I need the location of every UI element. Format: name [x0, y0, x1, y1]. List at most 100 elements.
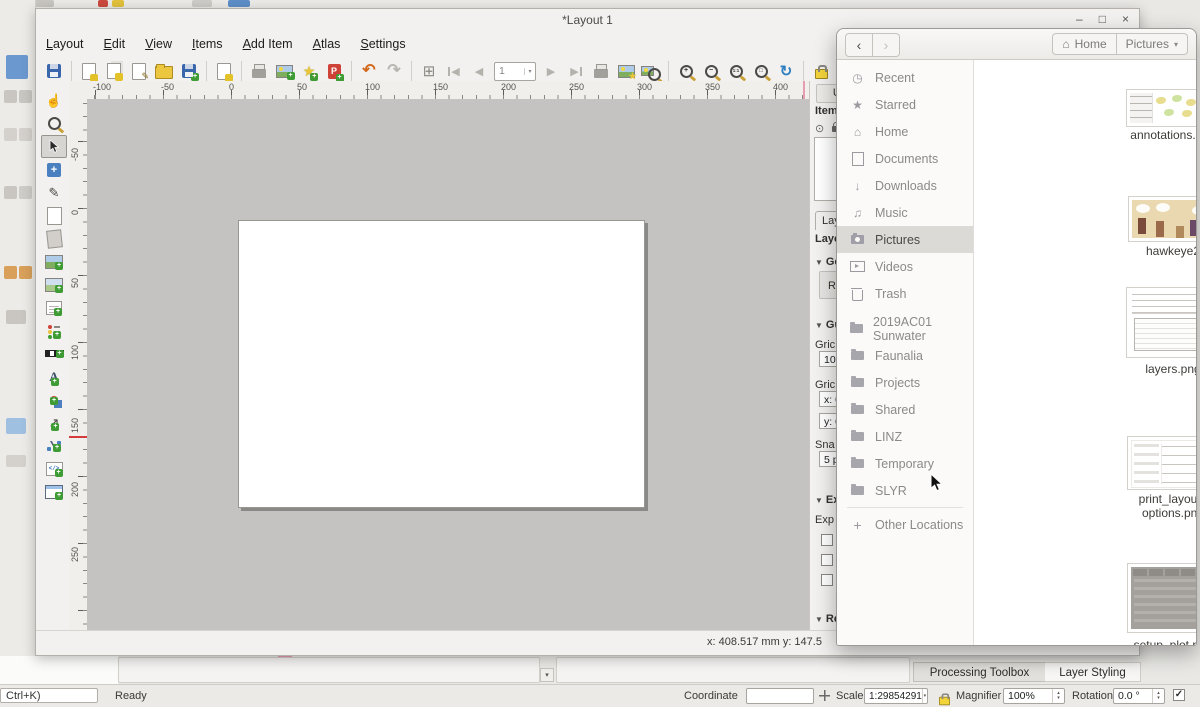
atlas-first-feature-button[interactable]: ◀	[442, 59, 466, 83]
export-atlas-button[interactable]: ★	[614, 59, 638, 83]
file-thumbnail-layers[interactable]	[1126, 287, 1196, 358]
zoom-full-button[interactable]	[749, 59, 773, 83]
menu-edit[interactable]: Edit	[104, 37, 126, 51]
sidebar-item-videos[interactable]: Videos	[837, 253, 973, 280]
tab-layer-styling[interactable]: Layer Styling	[1045, 662, 1141, 682]
add-arrow-tool[interactable]: ↗+	[41, 411, 67, 434]
sidebar-item-pictures[interactable]: Pictures	[837, 226, 973, 253]
sidebar-item-other-locations[interactable]: +Other Locations	[837, 511, 973, 538]
sidebar-item-starred[interactable]: ★Starred	[837, 91, 973, 118]
zoom-in-button[interactable]	[674, 59, 698, 83]
sidebar-item-music[interactable]: ♫Music	[837, 199, 973, 226]
add-table-tool[interactable]: +	[41, 480, 67, 503]
lock-items-button[interactable]	[809, 59, 833, 83]
print-atlas-button[interactable]	[589, 59, 613, 83]
new-layout-button[interactable]	[77, 59, 101, 83]
atlas-next-feature-button[interactable]: ▶	[539, 59, 563, 83]
layout-page[interactable]	[238, 220, 645, 508]
sidebar-item-downloads[interactable]: ↓Downloads	[837, 172, 973, 199]
file-thumbnail-annotations[interactable]	[1126, 89, 1196, 127]
layout-canvas[interactable]	[87, 99, 809, 633]
scale-lock-icon[interactable]	[939, 697, 950, 706]
sidebar-place-projects[interactable]: Projects	[837, 369, 973, 396]
menu-atlas[interactable]: Atlas	[313, 37, 341, 51]
file-label[interactable]: print_layout_options.png	[1118, 492, 1196, 520]
menu-add-item[interactable]: Add Item	[243, 37, 293, 51]
forward-button[interactable]: ›	[873, 33, 900, 57]
menu-view[interactable]: View	[145, 37, 172, 51]
sidebar-item-trash[interactable]: Trash	[837, 280, 973, 307]
zoom-out-button[interactable]	[699, 59, 723, 83]
tab-processing-toolbox[interactable]: Processing Toolbox	[913, 662, 1046, 682]
preview-atlas-button[interactable]	[639, 59, 663, 83]
save-project-button[interactable]	[42, 59, 66, 83]
sidebar-place-temporary[interactable]: Temporary	[837, 450, 973, 477]
layout-manager-button[interactable]	[152, 59, 176, 83]
pan-tool[interactable]: ☝	[41, 89, 67, 112]
add-3d-map-tool[interactable]	[41, 227, 67, 250]
file-label[interactable]: annotations.png	[1118, 128, 1196, 142]
zoom-tool[interactable]	[41, 112, 67, 135]
sidebar-item-documents[interactable]: Documents	[837, 145, 973, 172]
file-thumbnail-plo[interactable]	[1127, 436, 1196, 490]
add-items-from-template-button[interactable]	[212, 59, 236, 83]
add-picture-tool[interactable]: +	[41, 273, 67, 296]
breadcrumb-location-button[interactable]: Pictures ▾	[1117, 33, 1188, 55]
sidebar-place-faunalia[interactable]: Faunalia	[837, 342, 973, 369]
add-shape-tool[interactable]: +	[41, 388, 67, 411]
breadcrumb-home-button[interactable]: ⌂ Home	[1052, 33, 1116, 55]
magnifier-spinbox[interactable]: 100% ▴▾	[1003, 688, 1065, 704]
atlas-previous-feature-button[interactable]: ◀	[467, 59, 491, 83]
atlas-page-spinbox[interactable]: 1▾	[492, 59, 538, 83]
zoom-actual-button[interactable]	[724, 59, 748, 83]
locator-input[interactable]: Ctrl+K)	[0, 688, 98, 703]
sidebar-item-recent[interactable]: ◷Recent	[837, 64, 973, 91]
add-label-tool[interactable]: +	[41, 296, 67, 319]
sidebar-place-2019ac01-sunwater[interactable]: 2019AC01 Sunwater	[837, 315, 973, 342]
add-scalebar-tool[interactable]: +	[41, 342, 67, 365]
file-thumbnail-hawkeye2[interactable]	[1128, 196, 1196, 242]
menu-items[interactable]: Items	[192, 37, 223, 51]
sidebar-place-slyr[interactable]: SLYR	[837, 477, 973, 504]
atlas-settings-button[interactable]: ⊞	[417, 59, 441, 83]
export-as-svg-button[interactable]: ★+	[297, 59, 321, 83]
add-node-item-tool[interactable]: +	[41, 434, 67, 457]
move-content-tool[interactable]: +	[41, 158, 67, 181]
extent-icon[interactable]	[819, 690, 830, 701]
rename-layout-button[interactable]: ✎	[127, 59, 151, 83]
atlas-last-feature-button[interactable]: ▶	[564, 59, 588, 83]
export-as-image-button[interactable]: +	[272, 59, 296, 83]
render-checkbox[interactable]: ✓	[1173, 689, 1185, 701]
refresh-view-button[interactable]: ↻	[774, 59, 798, 83]
select-tool[interactable]	[41, 135, 67, 158]
save-as-template-button[interactable]: +	[177, 59, 201, 83]
back-button[interactable]: ‹	[845, 33, 873, 57]
maximize-icon[interactable]: □	[1099, 12, 1106, 26]
scale-combobox[interactable]: 1:29854291 ▾	[864, 688, 928, 704]
undo-button[interactable]: ↶	[357, 59, 381, 83]
redo-button[interactable]: ↷	[382, 59, 406, 83]
coordinate-input[interactable]	[746, 688, 814, 704]
sidebar-place-shared[interactable]: Shared	[837, 396, 973, 423]
add-map-tool[interactable]: +	[41, 250, 67, 273]
print-layout-button[interactable]	[247, 59, 271, 83]
sidebar-item-home[interactable]: ⌂Home	[837, 118, 973, 145]
add-html-tool[interactable]: </>+	[41, 457, 67, 480]
combo-arrow-icon[interactable]: ▾	[540, 668, 554, 682]
export-as-pdf-button[interactable]: P+	[322, 59, 346, 83]
edit-nodes-tool[interactable]: ✎	[41, 181, 67, 204]
file-label[interactable]: layers.png	[1118, 362, 1196, 376]
menu-settings[interactable]: Settings	[360, 37, 405, 51]
minimize-icon[interactable]: –	[1076, 12, 1083, 26]
add-north-arrow-tool[interactable]: A+	[41, 365, 67, 388]
file-label[interactable]: setup_plot.png	[1118, 638, 1196, 645]
add-legend-tool[interactable]: +	[41, 319, 67, 342]
file-thumbnail-setup[interactable]	[1127, 563, 1196, 633]
file-label[interactable]: hawkeye2	[1118, 244, 1196, 258]
add-page-tool[interactable]	[41, 204, 67, 227]
rotation-spinbox[interactable]: 0.0 ° ▴▾	[1113, 688, 1165, 704]
menu-layout[interactable]: Layout	[46, 37, 84, 51]
spinner-arrows-icon[interactable]: ▴▾	[1152, 689, 1164, 703]
spinner-arrows-icon[interactable]: ▴▾	[1052, 689, 1064, 703]
chevron-down-icon[interactable]: ▾	[922, 689, 927, 703]
